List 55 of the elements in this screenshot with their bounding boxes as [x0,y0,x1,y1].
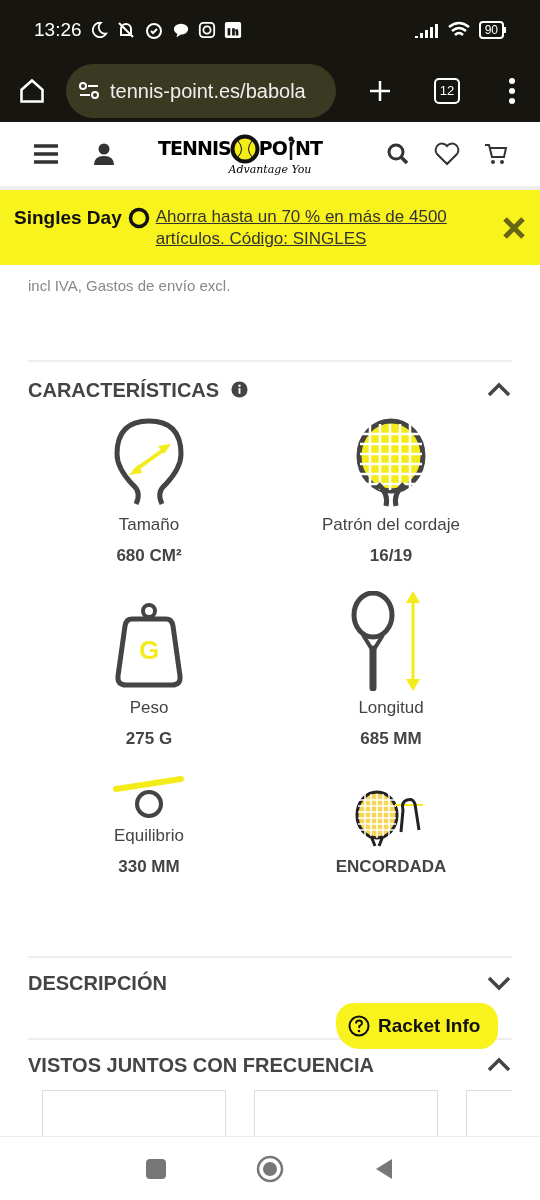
heart-icon[interactable] [434,142,460,166]
plus-icon[interactable] [368,79,392,103]
info-icon[interactable] [231,381,249,398]
spec-label: Peso [129,696,169,719]
alarm-icon [143,20,164,40]
logo-text: NT [295,139,322,158]
section-title[interactable]: CARACTERÍSTICAS [28,374,220,405]
spec-value: 16/19 [369,545,413,567]
site-settings-icon[interactable] [78,81,100,101]
logo-text: PO [258,139,287,158]
cart-icon[interactable] [484,142,508,166]
battery-icon: 90 [478,21,506,39]
close-icon[interactable] [502,215,526,240]
menu-icon[interactable] [32,143,60,165]
logo-tagline: Advantage You [228,163,312,175]
search-icon[interactable] [386,142,410,166]
help-icon [348,1015,370,1037]
home-button[interactable] [256,1154,284,1183]
chevron-icon[interactable] [486,381,512,398]
spec-label: Longitud [358,696,424,719]
muted-bell-icon [115,20,136,40]
balance-icon [113,773,185,819]
promo-link[interactable]: Ahorra hasta un 70 % en más de 4500 artículos. Código: SINGLES [155,205,494,250]
racket-arrow-icon [114,417,184,508]
section-title[interactable]: DESCRIPCIÓN [28,967,167,998]
camera-icon [197,21,216,39]
spec-label: Patrón del cordaje [322,513,460,536]
status-time: 13:26 [34,17,82,42]
spec-label: Equilibrio [114,824,184,847]
moon-icon [89,21,108,39]
spec-value: 685 MM [360,728,422,750]
user-icon[interactable] [92,142,116,166]
signal-icon [414,22,439,38]
home-icon[interactable] [18,77,46,105]
chat-icon [171,21,190,39]
spec-value: ENCORDADA [335,856,447,878]
player-icon [287,135,295,162]
url-field[interactable]: tennis-point.es/babola [66,64,336,118]
chevron-icon[interactable] [486,974,512,991]
logo-text: TENNIS [158,139,231,158]
section-title[interactable]: VISTOS JUNTOS CON FRECUENCIA [28,1049,374,1080]
tab-count-button[interactable]: 12 [434,78,460,104]
spec-value: 330 MM [118,856,180,878]
price-note: incl IVA, Gastos de envío excl. [28,276,232,296]
spec-label: Tamaño [118,513,180,536]
more-icon[interactable] [508,78,516,104]
spec-value: 680 CM² [116,545,182,567]
back-button[interactable] [374,1156,394,1181]
strung-racket-icon [356,417,426,508]
spec-value: 275 G [125,728,173,750]
recent-apps-button[interactable] [146,1158,166,1179]
network-icon [223,21,242,39]
promo-title: Singles Day [14,205,122,230]
chevron-icon[interactable] [486,1056,512,1073]
racket-info-button[interactable]: Racket Info [336,1003,498,1049]
